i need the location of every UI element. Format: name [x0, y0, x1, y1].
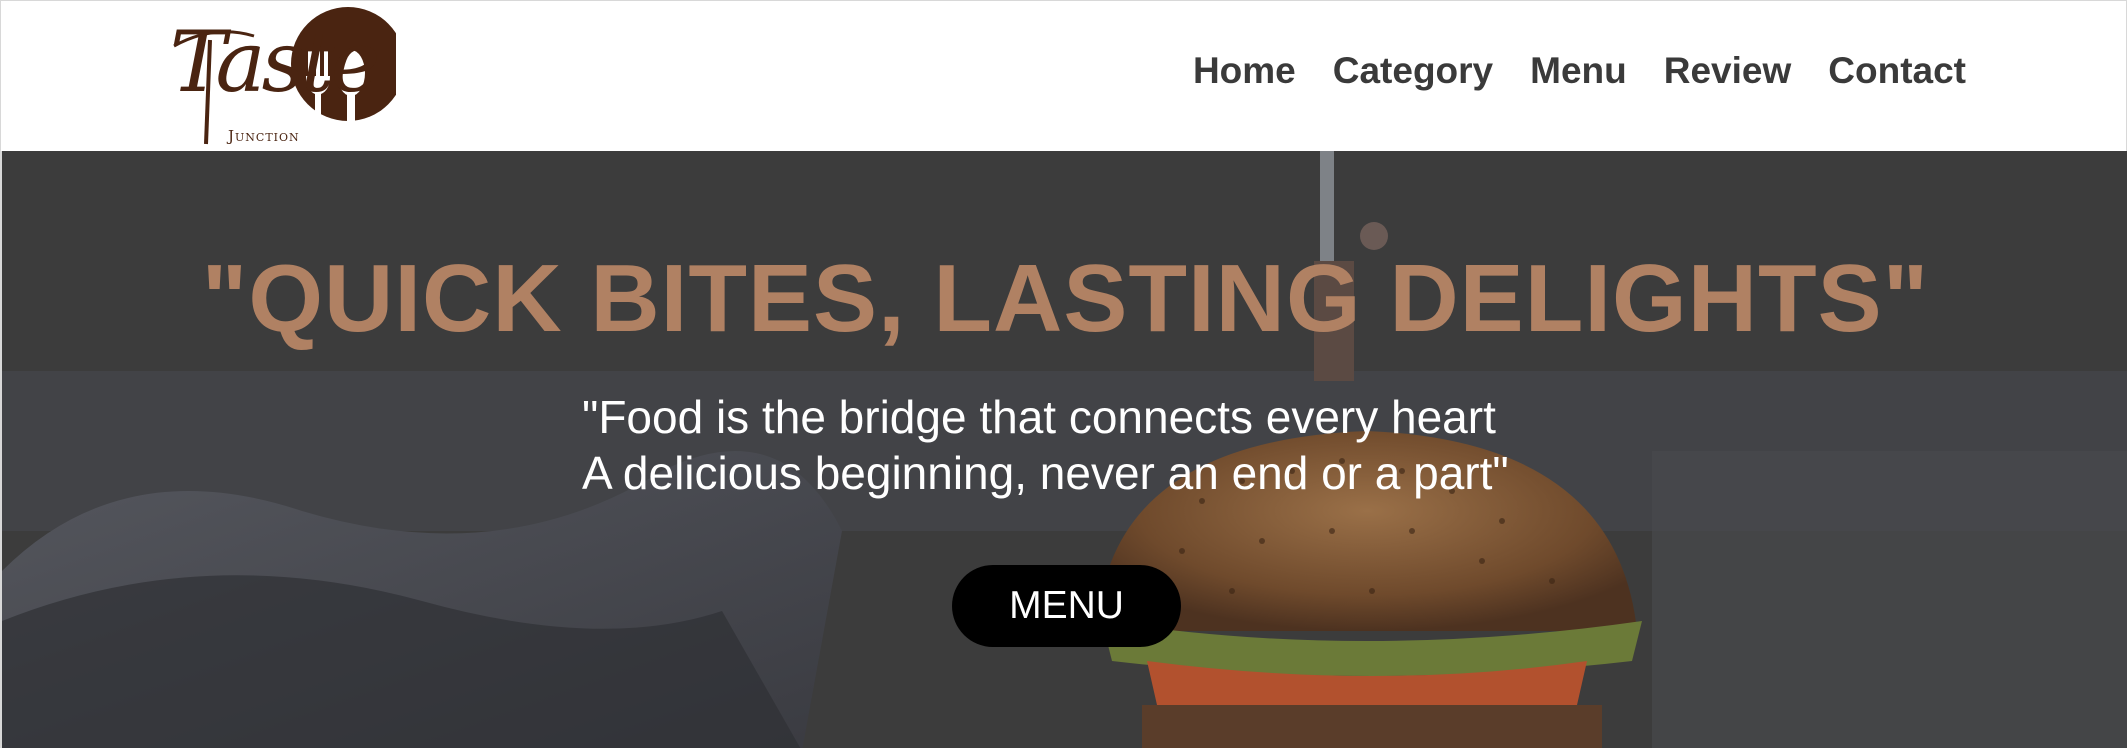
hero-quote-line-2: A delicious beginning, never an end or a…: [582, 447, 1509, 499]
main-nav: Home Category Menu Review Contact: [1156, 45, 1966, 97]
nav-menu[interactable]: Menu: [1530, 45, 1627, 97]
nav-review[interactable]: Review: [1664, 45, 1792, 97]
nav-contact[interactable]: Contact: [1828, 45, 1966, 97]
logo-script-text: Taste: [170, 13, 380, 111]
menu-button[interactable]: MENU: [952, 565, 1181, 647]
hero-section: "QUICK BITES, LASTING DELIGHTS" "Food is…: [0, 151, 2127, 748]
navbar: Taste Junction Home Category Menu Review…: [0, 0, 2127, 151]
logo-subtitle: Junction: [228, 127, 300, 145]
nav-home[interactable]: Home: [1193, 45, 1296, 97]
taste-junction-logo[interactable]: Taste Junction: [166, 6, 396, 148]
hero-quote-line-1: "Food is the bridge that connects every …: [582, 391, 1496, 443]
hero-quote: "Food is the bridge that connects every …: [582, 389, 1509, 501]
hero-title: "QUICK BITES, LASTING DELIGHTS": [201, 245, 1930, 352]
nav-category[interactable]: Category: [1333, 45, 1493, 97]
